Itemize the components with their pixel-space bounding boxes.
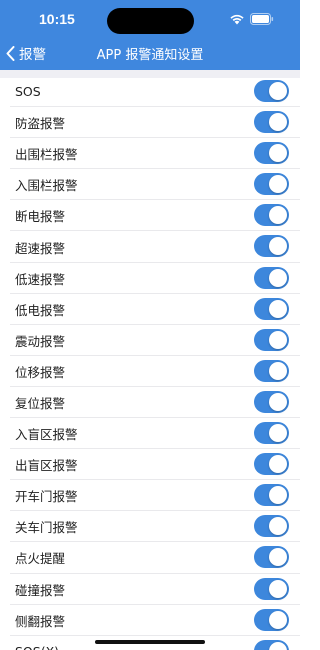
toggle-knob bbox=[269, 175, 287, 194]
nav-bar: 报警 APP 报警通知设置 bbox=[0, 40, 300, 66]
toggle-knob bbox=[269, 330, 287, 349]
alarm-toggle[interactable] bbox=[254, 422, 289, 445]
list-item: 震动报警 bbox=[0, 325, 300, 356]
toggle-knob bbox=[269, 113, 287, 132]
list-item: 关车门报警 bbox=[0, 511, 300, 543]
alarm-label: 低电报警 bbox=[15, 302, 66, 318]
alarm-toggle[interactable] bbox=[254, 204, 289, 227]
toggle-knob bbox=[269, 610, 287, 629]
alarm-label: 震动报警 bbox=[15, 333, 66, 349]
toggle-knob bbox=[269, 486, 287, 505]
list-item: SOS bbox=[0, 76, 300, 108]
alarm-label: 侧翻报警 bbox=[15, 613, 66, 629]
toggle-knob bbox=[269, 206, 287, 225]
alarm-toggle[interactable] bbox=[254, 390, 289, 413]
list-item: 入盲区报警 bbox=[0, 418, 300, 450]
toggle-knob bbox=[269, 299, 287, 318]
alarm-label: 出盲区报警 bbox=[15, 458, 78, 474]
list-item: 碰撞报警 bbox=[0, 574, 300, 605]
toggle-knob bbox=[269, 517, 287, 536]
list-item: 防盗报警 bbox=[0, 107, 300, 139]
toggle-knob bbox=[269, 424, 287, 443]
toggle-knob bbox=[269, 144, 287, 163]
alarm-toggle[interactable] bbox=[254, 515, 289, 538]
alarm-toggle[interactable] bbox=[254, 328, 289, 351]
header: 10:15 报警 APP 报警通知设置 bbox=[0, 0, 300, 70]
alarm-settings-list: SOS 防盗报警出围栏报警入围栏报警断电报警超速报警低速报警低电报警震动报警位移报… bbox=[0, 76, 300, 650]
alarm-label: 关车门报警 bbox=[15, 520, 78, 536]
toggle-knob bbox=[269, 237, 287, 256]
toggle-knob bbox=[269, 82, 287, 100]
battery-icon bbox=[250, 13, 274, 25]
toggle-knob bbox=[269, 392, 287, 411]
status-icons bbox=[229, 12, 274, 26]
alarm-label: 碰撞报警 bbox=[15, 582, 66, 598]
toggle-knob bbox=[269, 361, 287, 380]
page-title: APP 报警通知设置 bbox=[96, 48, 204, 63]
list-item: 入围栏报警 bbox=[0, 169, 300, 201]
alarm-toggle[interactable] bbox=[254, 577, 289, 600]
toggle-knob bbox=[269, 641, 287, 650]
alarm-toggle[interactable] bbox=[254, 608, 289, 631]
alarm-label: 超速报警 bbox=[15, 240, 66, 256]
list-item: 点火提醒 bbox=[0, 542, 300, 574]
alarm-toggle[interactable] bbox=[254, 639, 289, 650]
list-item: 开车门报警 bbox=[0, 480, 300, 512]
alarm-toggle[interactable] bbox=[254, 453, 289, 476]
alarm-toggle[interactable] bbox=[254, 546, 289, 569]
alarm-label: 入围栏报警 bbox=[15, 178, 78, 194]
alarm-toggle[interactable] bbox=[254, 266, 289, 289]
alarm-label: 低速报警 bbox=[15, 271, 66, 287]
list-item: 出围栏报警 bbox=[0, 138, 300, 170]
alarm-label: SOS(X) bbox=[15, 644, 59, 650]
toggle-knob bbox=[269, 548, 287, 567]
alarm-label: 断电报警 bbox=[15, 209, 66, 225]
wifi-icon bbox=[229, 13, 245, 25]
alarm-toggle[interactable] bbox=[254, 173, 289, 196]
list-item: 侧翻报警 bbox=[0, 605, 300, 636]
status-time: 10:15 bbox=[39, 11, 75, 27]
alarm-toggle[interactable] bbox=[254, 484, 289, 507]
alarm-toggle[interactable] bbox=[254, 80, 289, 102]
alarm-label: 点火提醒 bbox=[15, 551, 66, 567]
list-item: 低电报警 bbox=[0, 294, 300, 325]
toggle-knob bbox=[269, 268, 287, 287]
alarm-label: 复位报警 bbox=[15, 395, 66, 411]
alarm-toggle[interactable] bbox=[254, 235, 289, 258]
alarm-label: 出围栏报警 bbox=[15, 147, 78, 163]
home-indicator bbox=[95, 640, 205, 644]
list-item: 断电报警 bbox=[0, 200, 300, 232]
alarm-label: SOS bbox=[15, 84, 41, 100]
list-item: 复位报警 bbox=[0, 387, 300, 419]
list-item: 低速报警 bbox=[0, 263, 300, 294]
alarm-label: 位移报警 bbox=[15, 364, 66, 380]
list-item: 位移报警 bbox=[0, 356, 300, 388]
alarm-toggle[interactable] bbox=[254, 142, 289, 165]
toggle-knob bbox=[269, 579, 287, 598]
alarm-toggle[interactable] bbox=[254, 111, 289, 134]
alarm-toggle[interactable] bbox=[254, 359, 289, 382]
alarm-label: 防盗报警 bbox=[15, 116, 66, 132]
alarm-label: 入盲区报警 bbox=[15, 427, 78, 443]
status-bar: 10:15 bbox=[0, 0, 300, 36]
list-item: 出盲区报警 bbox=[0, 449, 300, 481]
toggle-knob bbox=[269, 455, 287, 474]
list-item: 超速报警 bbox=[0, 231, 300, 263]
alarm-label: 开车门报警 bbox=[15, 489, 78, 505]
alarm-toggle[interactable] bbox=[254, 297, 289, 320]
dynamic-island bbox=[107, 8, 194, 34]
